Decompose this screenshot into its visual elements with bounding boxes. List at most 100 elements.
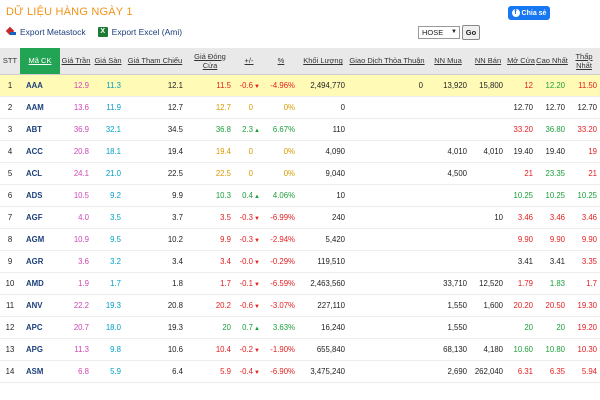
- col-header-ref[interactable]: Giá Tham Chiếu: [124, 48, 186, 75]
- cell-stt-value: 2: [7, 102, 13, 112]
- col-header-change[interactable]: +/-: [234, 48, 264, 75]
- arrow-up-icon: ▲: [254, 193, 260, 200]
- cell-low: 10.25: [568, 184, 600, 207]
- cell-low-value: 1.7: [586, 278, 597, 288]
- cell-pct: 6.67%: [264, 118, 298, 141]
- facebook-share-button[interactable]: f Chia sẻ: [508, 6, 550, 20]
- table-row[interactable]: 4 ACC 20.8 18.1 19.4 19.4 0 0% 4,090 4,010 4,010 19…: [0, 140, 600, 163]
- table-row[interactable]: 12 APC 20.7 18.0 19.3 20 0.7▲ 3.63% 16,240 1,550 2…: [0, 316, 600, 339]
- cell-symbol[interactable]: ACL: [20, 162, 60, 185]
- col-header-open[interactable]: Mở Cửa: [506, 48, 536, 75]
- table-row[interactable]: 2 AAM 13.6 11.9 12.7 12.7 0 0% 0 12.70 12.70 12.70: [0, 96, 600, 119]
- col-header-nn-sell[interactable]: NN Bán: [470, 48, 506, 75]
- cell-ref-value: 9.9: [172, 190, 183, 200]
- table-row[interactable]: 5 ACL 24.1 21.0 22.5 22.5 0 0% 9,040 4,500 21 23.35…: [0, 162, 600, 185]
- cell-nn-sell-value: 1,600: [483, 300, 503, 310]
- cell-symbol[interactable]: APG: [20, 338, 60, 361]
- table-row[interactable]: 8 AGM 10.9 9.5 10.2 9.9 -0.3▼ -2.94% 5,420 9.90 9.…: [0, 228, 600, 251]
- col-header-low[interactable]: Thấp Nhất: [568, 48, 600, 75]
- cell-pct-value: -3.07%: [270, 300, 295, 310]
- cell-open-value: 3.46: [517, 212, 533, 222]
- cell-nn-buy-value: 4,500: [447, 168, 467, 178]
- table-row[interactable]: 11 ANV 22.2 19.3 20.8 20.2 -0.6▼ -3.07% 227,110 1…: [0, 294, 600, 317]
- table-row[interactable]: 10 AMD 1.9 1.7 1.8 1.7 -0.1▼ -6.59% 2,463,560 33,…: [0, 272, 600, 295]
- cell-stt-value: 8: [7, 234, 13, 244]
- cell-close-value: 3.4: [220, 256, 231, 266]
- cell-open-value: 10.60: [513, 344, 533, 354]
- cell-change-value: -0.6: [239, 300, 253, 310]
- cell-symbol[interactable]: ACC: [20, 140, 60, 163]
- cell-symbol[interactable]: AAM: [20, 96, 60, 119]
- cell-deal-value: 0: [418, 80, 423, 90]
- cell-stt: 5: [0, 162, 20, 185]
- table-row[interactable]: 3 ABT 36.9 32.1 34.5 36.8 2.3▲ 6.67% 110 33.20 36.…: [0, 118, 600, 141]
- cell-symbol[interactable]: AGM: [20, 228, 60, 251]
- cell-low-value: 19.20: [577, 322, 597, 332]
- col-header-pct[interactable]: %: [264, 48, 298, 75]
- cell-close-value: 20.2: [215, 300, 231, 310]
- cell-nn-sell: 15,800: [470, 74, 506, 97]
- cell-floor-value: 11.9: [106, 102, 121, 112]
- cell-low-value: 10.25: [577, 190, 597, 200]
- table-row[interactable]: 6 ADS 10.5 9.2 9.9 10.3 0.4▲ 4.06% 10 10.25 10.25 1…: [0, 184, 600, 207]
- cell-symbol[interactable]: AGR: [20, 250, 60, 273]
- col-header-close[interactable]: Giá Đóng Cửa: [186, 48, 234, 75]
- export-excel-link[interactable]: X Export Excel (Ami): [97, 27, 182, 37]
- cell-floor: 21.0: [92, 162, 124, 185]
- cell-low: 19: [568, 140, 600, 163]
- cell-nn-buy: 2,690: [426, 360, 470, 383]
- cell-nn-buy: 1,550: [426, 294, 470, 317]
- table-row[interactable]: 13 APG 11.3 9.8 10.6 10.4 -0.2▼ -1.90% 655,840 68…: [0, 338, 600, 361]
- cell-symbol[interactable]: AAA: [20, 74, 60, 97]
- table-row[interactable]: 9 AGR 3.6 3.2 3.4 3.4 -0.0▼ -0.29% 119,510 3.41 3.…: [0, 250, 600, 273]
- cell-change: -0.3▼: [234, 206, 264, 229]
- cell-ceiling-value: 1.9: [78, 278, 89, 288]
- cell-change: -0.1▼: [234, 272, 264, 295]
- cell-pct: -6.90%: [264, 360, 298, 383]
- dropdown-arrow-icon: ▼: [451, 29, 457, 35]
- col-header-high[interactable]: Cao Nhất: [536, 48, 568, 75]
- table-row[interactable]: 14 ASM 6.8 5.9 6.4 5.9 -0.4▼ -6.90% 3,475,240 2,6…: [0, 360, 600, 383]
- cell-low: 21: [568, 162, 600, 185]
- go-button[interactable]: Go: [462, 25, 480, 40]
- col-header-symbol[interactable]: Mã CK: [20, 48, 60, 75]
- col-header-nn-buy[interactable]: NN Mua: [426, 48, 470, 75]
- table-row[interactable]: 1 AAA 12.9 11.3 12.1 11.5 -0.6▼ -4.96% 2,494,770…: [0, 74, 600, 97]
- col-header-floor[interactable]: Giá Sàn: [92, 48, 124, 75]
- export-metastock-link[interactable]: Export Metastock: [6, 27, 86, 37]
- cell-volume: 5,420: [298, 228, 348, 251]
- cell-nn-buy: [426, 206, 470, 229]
- cell-change-value: 0: [248, 146, 253, 156]
- cell-pct-value: 3.63%: [272, 322, 295, 332]
- cell-stt: 4: [0, 140, 20, 163]
- cell-floor: 18.0: [92, 316, 124, 339]
- cell-symbol-value: ABT: [26, 124, 43, 134]
- cell-symbol-value: AAA: [26, 80, 43, 90]
- table-row[interactable]: 7 AGF 4.0 3.5 3.7 3.5 -0.3▼ -6.99% 240 10 3.46 3.46…: [0, 206, 600, 229]
- cell-symbol[interactable]: ANV: [20, 294, 60, 317]
- cell-symbol[interactable]: ADS: [20, 184, 60, 207]
- cell-low-value: 3.46: [581, 212, 597, 222]
- cell-close-value: 20: [222, 322, 231, 332]
- cell-low-value: 21: [588, 168, 597, 178]
- cell-symbol[interactable]: APC: [20, 316, 60, 339]
- col-header-volume[interactable]: Khối Lượng: [298, 48, 348, 75]
- col-header-ceiling[interactable]: Giá Trần: [60, 48, 92, 75]
- cell-low-value: 19.30: [577, 300, 597, 310]
- cell-nn-sell: 4,180: [470, 338, 506, 361]
- cell-stt: 1: [0, 74, 20, 97]
- cell-symbol[interactable]: ASM: [20, 360, 60, 383]
- cell-change-value: -0.6: [239, 80, 253, 90]
- cell-symbol-value: AGF: [26, 212, 43, 222]
- cell-floor: 3.2: [92, 250, 124, 273]
- cell-high: 9.90: [536, 228, 568, 251]
- facebook-icon: f: [511, 9, 520, 17]
- cell-symbol[interactable]: AMD: [20, 272, 60, 295]
- cell-high-value: 1.83: [549, 278, 565, 288]
- cell-symbol[interactable]: ABT: [20, 118, 60, 141]
- cell-pct-value: -0.29%: [270, 256, 295, 266]
- col-header-deal[interactable]: Giao Dịch Thỏa Thuận: [348, 48, 426, 75]
- exchange-select[interactable]: HOSE ▼: [418, 26, 460, 39]
- cell-open-value: 1.79: [517, 278, 533, 288]
- cell-symbol[interactable]: AGF: [20, 206, 60, 229]
